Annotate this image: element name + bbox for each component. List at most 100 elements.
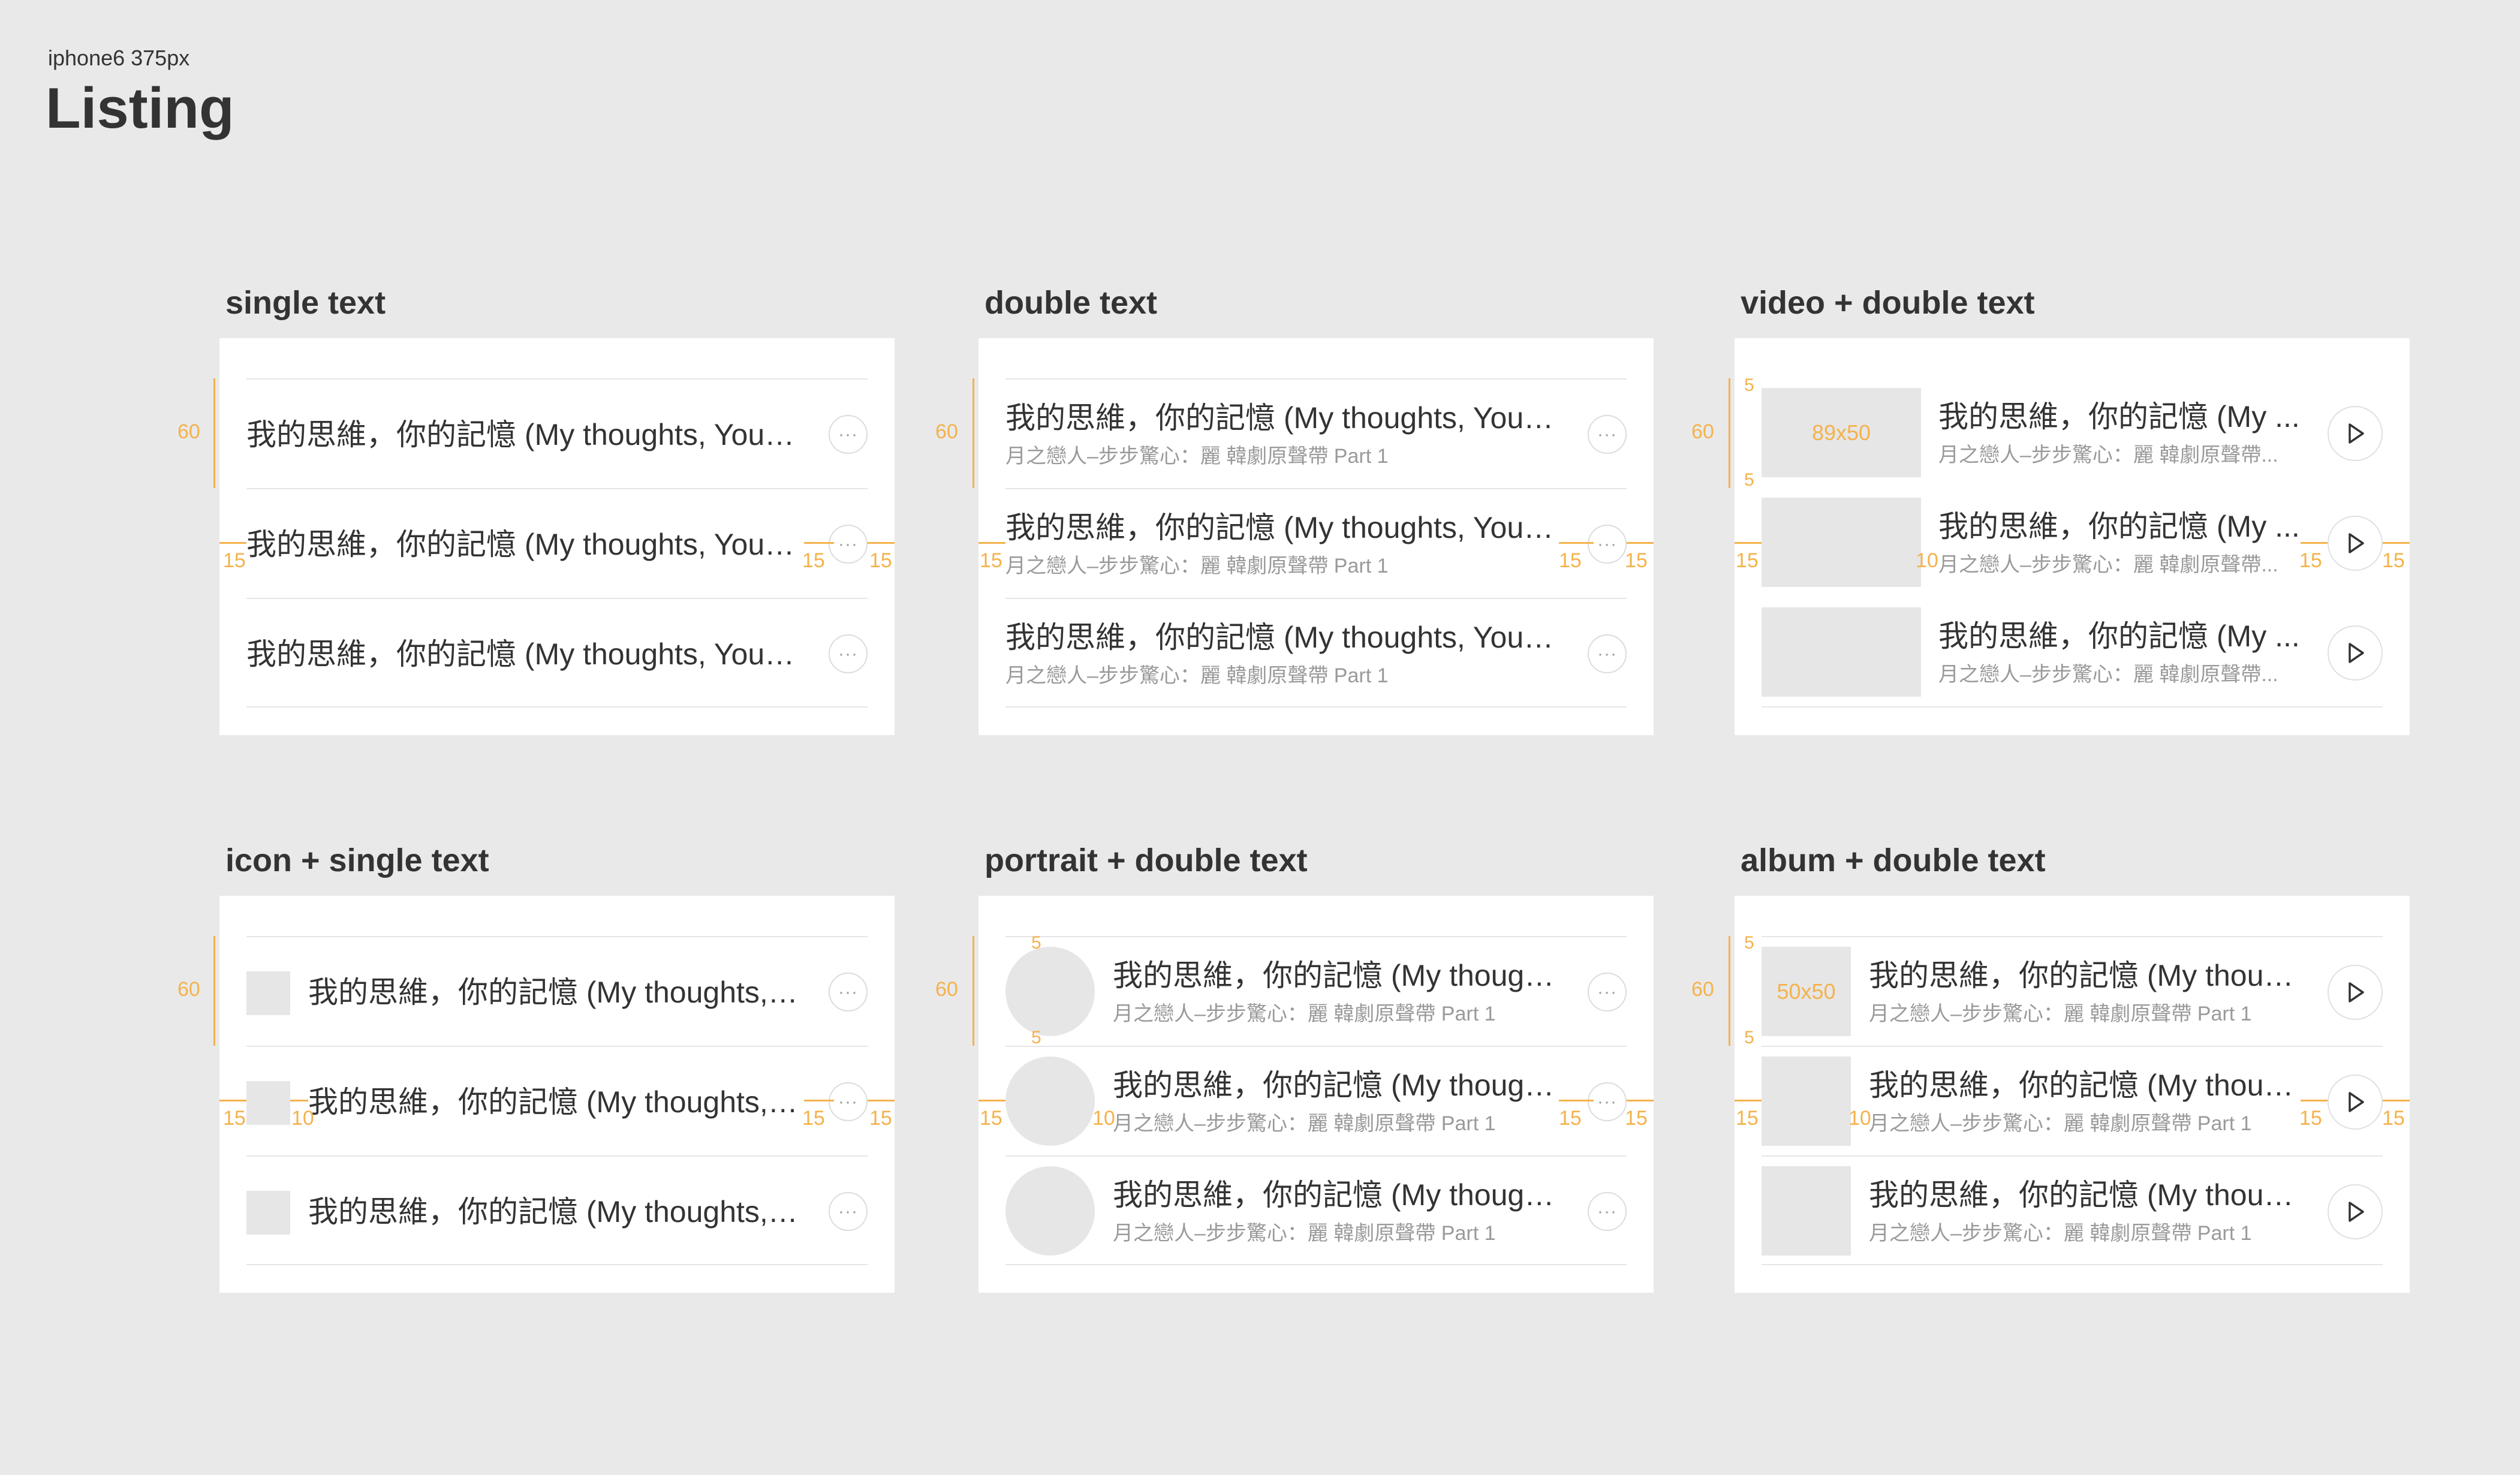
list-item[interactable]: 我的思維，你的記憶 (My thoug... 月之戀人–步步驚心：麗 韓劇原聲帶… bbox=[1762, 1046, 2383, 1155]
row-subtitle: 月之戀人–步步驚心：麗 韓劇原聲帶... bbox=[1938, 663, 2278, 687]
row-title: 我的思維，你的記憶 (My ... bbox=[1938, 619, 2300, 654]
section-title: album + double text bbox=[1741, 842, 2046, 878]
listing-card: 我的思維，你的記憶 (My thoughts, ... ··· 我的思維，你的記… bbox=[177, 896, 895, 1293]
gap-label: 10 bbox=[1092, 1107, 1115, 1130]
row-subtitle: 月之戀人–步步驚心：麗 韓劇原聲帶 Part 1 bbox=[1869, 1112, 2252, 1136]
row-title: 我的思維，你的記憶 (My thoughts, ... bbox=[308, 1085, 800, 1119]
play-icon bbox=[2349, 1202, 2364, 1222]
padding-marker bbox=[1735, 1100, 1762, 1101]
padding-label: 15 bbox=[869, 549, 892, 572]
list-icon bbox=[246, 1081, 290, 1125]
list-item[interactable]: 我的思維，你的記憶 (My thoughts, ... ··· bbox=[246, 1155, 868, 1265]
inset-label: 5 bbox=[1744, 933, 1754, 953]
row-title: 我的思維，你的記憶 (My thoughts, ... bbox=[308, 1194, 800, 1229]
list-item[interactable]: 我的思維，你的記憶 (My thoughts, Your ... 月之戀人–步步… bbox=[1005, 488, 1627, 598]
padding-label: 15 bbox=[223, 549, 246, 572]
more-icon: ··· bbox=[1597, 1201, 1617, 1221]
portrait-avatar bbox=[1005, 947, 1095, 1036]
list-item[interactable]: 我的思維，你的記憶 (My thoughts, Your ... ··· bbox=[246, 378, 868, 488]
padding-marker bbox=[2301, 1100, 2328, 1101]
listing-card: 50x50 我的思維，你的記憶 (My thoug... 月之戀人–步步驚心：麗… bbox=[1691, 896, 2410, 1293]
listing-card: 我的思維，你的記憶 (My thoughts, Your ... ··· 我的思… bbox=[177, 338, 895, 735]
height-label: 60 bbox=[935, 978, 958, 1001]
list-item[interactable]: 我的思維，你的記憶 (My thoug... 月之戀人–步步驚心：麗 韓劇原聲帶… bbox=[1762, 1155, 2383, 1265]
row-subtitle: 月之戀人–步步驚心：麗 韓劇原聲帶... bbox=[1938, 444, 2278, 467]
row-title: 我的思維，你的記憶 (My ... bbox=[1938, 510, 2300, 544]
more-button[interactable]: ··· bbox=[1588, 525, 1627, 564]
play-button[interactable] bbox=[2328, 1074, 2383, 1130]
padding-label: 15 bbox=[1736, 549, 1759, 572]
more-button[interactable]: ··· bbox=[1588, 973, 1627, 1012]
row-subtitle: 月之戀人–步步驚心：麗 韓劇原聲帶 Part 1 bbox=[1005, 555, 1389, 578]
list-item[interactable]: 我的思維，你的記憶 (My ... 月之戀人–步步驚心：麗 韓劇原聲帶... bbox=[1762, 598, 2383, 708]
row-title: 我的思維，你的記憶 (My though... bbox=[1113, 1178, 1562, 1212]
play-icon bbox=[2349, 533, 2364, 553]
play-button[interactable] bbox=[2328, 625, 2383, 681]
more-button[interactable]: ··· bbox=[1588, 1082, 1627, 1121]
padding-label: 15 bbox=[2382, 1107, 2405, 1130]
row-subtitle: 月之戀人–步步驚心：麗 韓劇原聲帶 Part 1 bbox=[1869, 1003, 2252, 1026]
row-subtitle: 月之戀人–步步驚心：麗 韓劇原聲帶 Part 1 bbox=[1005, 445, 1389, 468]
row-title: 我的思維，你的記憶 (My ... bbox=[1938, 400, 2300, 434]
list-item[interactable]: 我的思維，你的記憶 (My thoughts, Your ... 月之戀人–步步… bbox=[1005, 598, 1627, 708]
inset-label: 5 bbox=[1744, 470, 1754, 490]
list-item[interactable]: 我的思維，你的記憶 (My though... 月之戀人–步步驚心：麗 韓劇原聲… bbox=[1005, 1155, 1627, 1265]
more-icon: ··· bbox=[838, 643, 858, 664]
padding-label: 15 bbox=[1625, 549, 1648, 572]
row-subtitle: 月之戀人–步步驚心：麗 韓劇原聲帶 Part 1 bbox=[1869, 1222, 2252, 1245]
album-cover bbox=[1762, 1166, 1851, 1256]
more-icon: ··· bbox=[838, 534, 858, 554]
play-button[interactable] bbox=[2328, 516, 2383, 571]
section-title: video + double text bbox=[1741, 285, 2035, 321]
video-thumbnail: 89x50 bbox=[1762, 388, 1921, 477]
inset-label: 5 bbox=[1744, 375, 1754, 395]
list-item[interactable]: 我的思維，你的記憶 (My though... 月之戀人–步步驚心：麗 韓劇原聲… bbox=[1005, 1046, 1627, 1155]
more-button[interactable]: ··· bbox=[829, 525, 868, 564]
more-button[interactable]: ··· bbox=[1588, 415, 1627, 454]
section-title: icon + single text bbox=[225, 842, 489, 878]
video-thumbnail bbox=[1762, 607, 1921, 697]
more-icon: ··· bbox=[838, 1201, 858, 1221]
list-item[interactable]: 89x50 我的思維，你的記憶 (My ... 月之戀人–步步驚心：麗 韓劇原聲… bbox=[1762, 378, 2383, 488]
play-button[interactable] bbox=[2328, 1184, 2383, 1239]
play-button[interactable] bbox=[2328, 406, 2383, 461]
more-button[interactable]: ··· bbox=[829, 634, 868, 673]
gap-label: 10 bbox=[1848, 1107, 1871, 1130]
more-button[interactable]: ··· bbox=[1588, 634, 1627, 673]
more-button[interactable]: ··· bbox=[829, 1192, 868, 1231]
padding-label: 15 bbox=[1625, 1107, 1648, 1130]
list-item[interactable]: 我的思維，你的記憶 (My thoughts, Your ... ··· bbox=[246, 598, 868, 708]
album-cover bbox=[1762, 1056, 1851, 1146]
section-title: portrait + double text bbox=[984, 842, 1308, 878]
height-label: 60 bbox=[177, 420, 200, 443]
gap-label: 10 bbox=[291, 1107, 314, 1130]
list-item[interactable]: 我的思維，你的記憶 (My thoughts, ... ··· bbox=[246, 1046, 868, 1155]
more-icon: ··· bbox=[1597, 424, 1617, 444]
more-button[interactable]: ··· bbox=[829, 973, 868, 1012]
list-item[interactable]: 我的思維，你的記憶 (My thoughts, Your ... ··· bbox=[246, 488, 868, 598]
list-item[interactable]: 我的思維，你的記憶 (My thoughts, Your ... 月之戀人–步步… bbox=[1005, 378, 1627, 488]
height-label: 60 bbox=[1691, 978, 1714, 1001]
more-icon: ··· bbox=[1597, 534, 1617, 554]
play-button[interactable] bbox=[2328, 965, 2383, 1020]
padding-label: 15 bbox=[1559, 549, 1582, 572]
height-marker bbox=[973, 378, 974, 488]
more-icon: ··· bbox=[1597, 643, 1617, 664]
height-marker bbox=[213, 378, 215, 488]
list-item[interactable]: 我的思維，你的記憶 (My ... 月之戀人–步步驚心：麗 韓劇原聲帶... bbox=[1762, 488, 2383, 598]
padding-label: 15 bbox=[802, 1107, 825, 1130]
list-icon bbox=[246, 1191, 290, 1235]
video-thumbnail bbox=[1762, 498, 1921, 587]
list-item[interactable]: 我的思維，你的記憶 (My thoughts, ... ··· bbox=[246, 936, 868, 1046]
more-button[interactable]: ··· bbox=[829, 1082, 868, 1121]
padding-label: 15 bbox=[802, 549, 825, 572]
padding-label: 15 bbox=[869, 1107, 892, 1130]
list-item[interactable]: 50x50 我的思維，你的記憶 (My thoug... 月之戀人–步步驚心：麗… bbox=[1762, 936, 2383, 1046]
padding-marker bbox=[219, 1100, 246, 1101]
row-title: 我的思維，你的記憶 (My thoughts, Your ... bbox=[246, 637, 804, 671]
list-item[interactable]: 我的思維，你的記憶 (My though... 月之戀人–步步驚心：麗 韓劇原聲… bbox=[1005, 936, 1627, 1046]
more-button[interactable]: ··· bbox=[1588, 1192, 1627, 1231]
more-button[interactable]: ··· bbox=[829, 415, 868, 454]
height-marker bbox=[213, 936, 215, 1046]
row-title: 我的思維，你的記憶 (My thoughts, Your ... bbox=[246, 417, 804, 451]
